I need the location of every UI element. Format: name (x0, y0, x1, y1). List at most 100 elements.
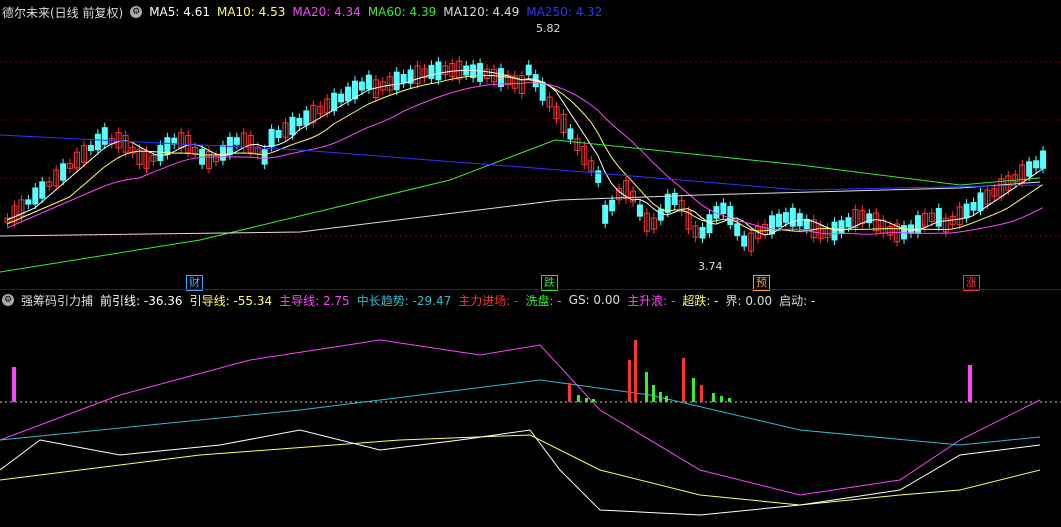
candle-body (609, 199, 616, 212)
xipan-bar (692, 378, 695, 402)
candle-body (233, 137, 240, 145)
candle-body (25, 199, 32, 205)
ma10-label: MA10: 4.53 (216, 5, 286, 19)
candle-body (199, 148, 206, 165)
candle-body (838, 220, 845, 234)
zhusheng-label: 主升浪: - (627, 293, 676, 308)
qianyin-label: 前引线: -36.36 (100, 293, 183, 308)
ma60-label: MA60: 4.39 (367, 5, 437, 19)
xipan-bar (577, 395, 580, 402)
candle-body (101, 127, 108, 145)
xipan-bar (652, 385, 655, 402)
candle-body (741, 235, 748, 247)
candle-body (268, 128, 275, 148)
xipan-bar (712, 393, 715, 402)
candle-body (345, 86, 352, 102)
candle-body (727, 206, 734, 226)
candle-body (94, 133, 101, 151)
candle-body (720, 202, 727, 215)
candle-body (525, 64, 532, 76)
main-chart-header: 德尔未来(日线 前复权) ⚙ MA5: 4.61 MA10: 4.53 MA20… (2, 2, 609, 22)
candle-body (664, 193, 671, 213)
xipan-bar (592, 399, 595, 402)
yindao-line (0, 434, 1041, 506)
sub-chart-header: ⚙ 强筹码引力捕 前引线: -36.36 引导线: -55.34 主导线: 2.… (2, 290, 822, 310)
signal-bar (12, 367, 16, 402)
xipan-bar (728, 398, 731, 402)
candle-body (365, 74, 372, 90)
candle-body (303, 110, 310, 126)
candle-body (636, 204, 643, 217)
candle-body (970, 201, 977, 211)
candle-body (477, 62, 484, 82)
candle-body (157, 144, 164, 162)
xipan-bar (645, 372, 648, 402)
candle-body (914, 215, 921, 234)
xipan-bar (720, 396, 723, 402)
candle-body (32, 187, 39, 205)
candle-body (769, 215, 775, 235)
candle-body (358, 81, 365, 91)
candle-body (963, 203, 970, 219)
candle-body (845, 217, 852, 228)
candle-body (699, 226, 706, 239)
candle-body (539, 81, 546, 101)
xipan-bar (659, 392, 662, 402)
yindao-label: 引导线: -55.34 (189, 293, 273, 308)
signal-bar (968, 365, 972, 402)
candle-body (775, 213, 782, 227)
jie-label: 界: 0.00 (725, 293, 773, 308)
candle-body (338, 93, 345, 103)
zhuli-bar (700, 385, 703, 402)
candle-body (289, 116, 296, 136)
xipan-label: 洗盘: - (525, 293, 562, 308)
low-price-label: 3.74 (698, 260, 723, 273)
chart-canvas[interactable]: 5.82 3.74 (0, 0, 1061, 527)
candle-body (935, 208, 942, 227)
ma20-label: MA20: 4.34 (292, 5, 361, 19)
candle-body (393, 71, 400, 91)
stock-title[interactable]: 德尔未来(日线 前复权) (2, 4, 123, 21)
candle-body (60, 163, 67, 181)
candle-body (1033, 160, 1040, 169)
ma120-line (0, 181, 1041, 237)
candle-body (567, 128, 574, 140)
xipan-bar (665, 396, 668, 402)
candle-body (789, 207, 796, 227)
qidong-label: 启动: - (779, 293, 816, 308)
qianyin-line (0, 429, 1041, 516)
candle-body (782, 212, 789, 223)
indicator-name[interactable]: 强筹码引力捕 (21, 292, 93, 309)
zhuli-bar (628, 360, 631, 402)
ma250-label: MA250: 4.32 (526, 5, 603, 19)
zhuli-bar (682, 358, 685, 402)
candle-body (602, 204, 609, 224)
ma120-label: MA120: 4.49 (443, 5, 520, 19)
candle-body (734, 223, 741, 237)
gs-label: GS: 0.00 (568, 293, 621, 307)
candle-body (831, 221, 838, 241)
zhongchang-label: 中长趋势: -29.47 (356, 293, 452, 308)
candle-body (296, 117, 303, 127)
zhuli-label: 主力进场: - (458, 293, 519, 308)
candle-body (39, 181, 46, 199)
zhudao-label: 主导线: 2.75 (279, 293, 350, 308)
candle-body (671, 192, 678, 206)
settings-icon[interactable]: ⚙ (2, 294, 14, 306)
candle-body (1026, 161, 1033, 177)
ma5-label: MA5: 4.61 (149, 5, 210, 19)
settings-icon[interactable]: ⚙ (130, 6, 143, 18)
candle-body (261, 149, 268, 165)
candle-body (219, 145, 226, 161)
candle-body (275, 129, 282, 139)
candle-body (400, 74, 407, 84)
candle-body (435, 61, 442, 81)
candle-body (901, 225, 908, 240)
high-price-label: 5.82 (536, 22, 561, 35)
zhuli-bar (568, 383, 571, 402)
candle-body (977, 192, 984, 211)
zhudao-line (0, 339, 1041, 496)
candle-body (428, 64, 435, 79)
ma250-line (0, 134, 1041, 191)
chaodie-label: 超跌: - (682, 293, 719, 308)
